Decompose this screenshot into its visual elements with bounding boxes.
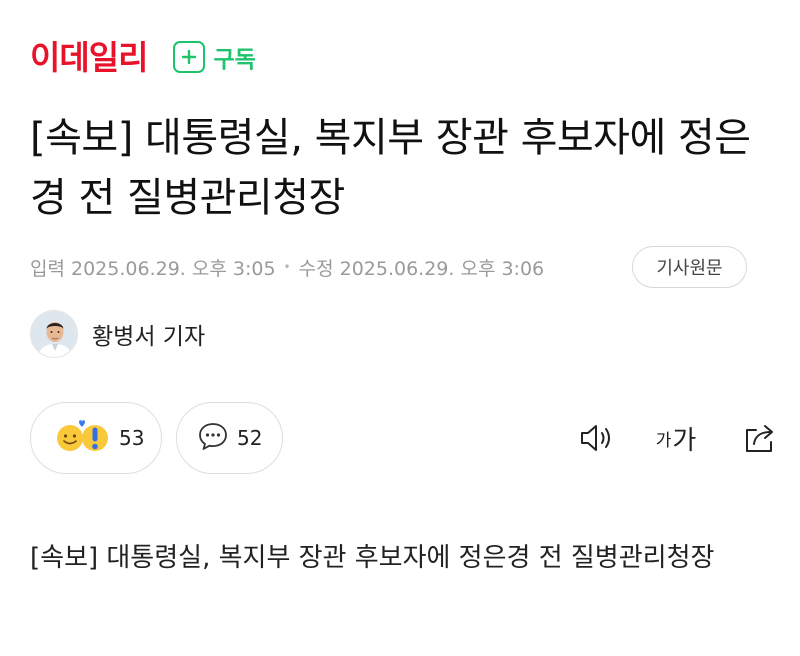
article-meta: 입력 2025.06.29. 오후 3:05 • 수정 2025.06.29. … [30,246,544,288]
font-size-small-label: 가 [655,430,672,451]
original-article-button[interactable]: 기사원문 [632,246,747,288]
publisher-logo[interactable]: 이데일리 [30,41,148,74]
reaction-button[interactable]: 53 [30,402,162,474]
reporter-profile[interactable]: 황병서 기자 [30,310,205,358]
font-size-large-label: 가 [672,425,697,456]
comment-button[interactable]: 52 [176,402,283,474]
comment-bubble-icon [197,421,229,455]
subscribe-label: 구독 [213,47,256,73]
published-time: 입력 2025.06.29. 오후 3:05 [30,257,276,280]
header-bar: 이데일리 구독 [30,36,256,78]
subscribe-button[interactable]: 구독 [173,40,256,74]
modified-time: 수정 2025.06.29. 오후 3:06 [298,257,545,280]
article-headline: [속보] 대통령실, 복지부 장관 후보자에 정은경 전 질병관리청장 [30,115,751,221]
plus-icon [173,41,206,73]
share-icon[interactable] [738,418,782,458]
comment-count: 52 [237,426,263,450]
speaker-icon[interactable] [575,418,619,458]
meta-separator: • [283,260,291,274]
reporter-avatar [30,310,78,358]
article-body: [속보] 대통령실, 복지부 장관 후보자에 정은경 전 질병관리청장 [30,543,715,573]
reaction-emoji-icon [53,418,111,458]
reporter-name: 황병서 기자 [92,324,206,350]
reaction-count: 53 [119,426,145,450]
font-size-icon[interactable]: 가가 [651,418,701,458]
